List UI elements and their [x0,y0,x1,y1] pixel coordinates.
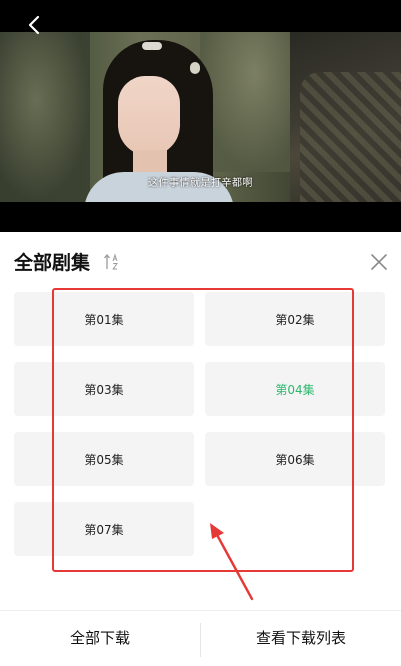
episode-label: 第06集 [275,453,315,467]
back-button[interactable] [24,14,46,36]
episode-item-04[interactable]: 第04集 [205,362,385,416]
episode-label: 第02集 [275,313,315,327]
episode-item-02[interactable]: 第02集 [205,292,385,346]
video-subtitle: 这件事情就是打辛都啊 [148,178,253,189]
download-footer: 全部下载 查看下载列表 [0,610,401,666]
close-button[interactable] [369,252,389,272]
episode-label: 第04集 [275,383,315,397]
panel-title: 全部剧集 [14,252,91,274]
episode-label: 第03集 [84,383,124,397]
episode-item-07[interactable]: 第07集 [14,502,194,556]
episode-label: 第05集 [84,453,124,467]
episode-item-05[interactable]: 第05集 [14,432,194,486]
episode-grid: 第01集 第02集 第03集 第04集 第05集 第06集 第07集 [0,292,401,562]
sort-button[interactable] [103,252,121,272]
close-icon [371,254,387,270]
video-player[interactable]: 这件事情就是打辛都啊 [0,0,401,232]
episode-label: 第01集 [84,313,124,327]
back-arrow-icon [28,15,40,35]
screen: 这件事情就是打辛都啊 全部剧集 第01集 第02集 第03集 第04集 第05集… [0,0,401,666]
episode-label: 第07集 [84,523,124,537]
episode-panel-header: 全部剧集 [0,240,401,284]
episode-item-06[interactable]: 第06集 [205,432,385,486]
sort-icon [104,253,118,270]
view-downloads-button[interactable]: 查看下载列表 [201,611,401,666]
episode-item-03[interactable]: 第03集 [14,362,194,416]
download-all-button[interactable]: 全部下载 [0,611,200,666]
episode-item-01[interactable]: 第01集 [14,292,194,346]
